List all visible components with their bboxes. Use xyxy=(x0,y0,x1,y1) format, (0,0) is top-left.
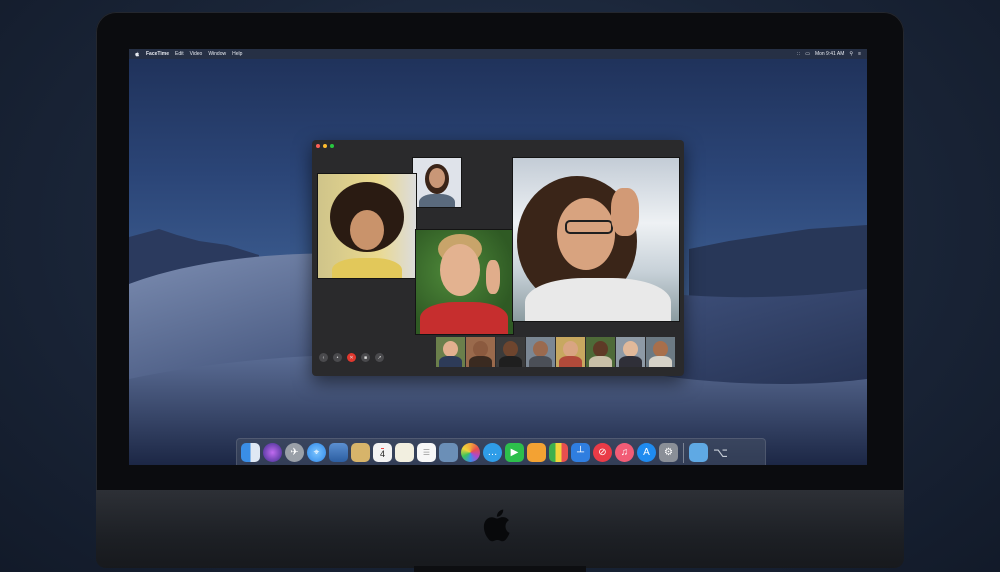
participant-thumbnail[interactable] xyxy=(646,337,675,367)
participant-body xyxy=(525,278,671,321)
participant-face xyxy=(440,244,480,296)
participant-tile-left[interactable] xyxy=(317,173,417,279)
camera-off-button[interactable]: ■ xyxy=(361,353,370,362)
imac-stand xyxy=(414,566,586,572)
preview-icon[interactable] xyxy=(439,443,458,462)
app-store-icon[interactable]: A xyxy=(637,443,656,462)
apple-logo-icon xyxy=(483,509,510,542)
notes-icon[interactable] xyxy=(351,443,370,462)
menu-video[interactable]: Video xyxy=(190,51,203,57)
trash-icon[interactable]: ⌥ xyxy=(711,443,730,462)
menu-bar: FaceTime Edit Video Window Help ∷ ▭ Mon … xyxy=(129,49,867,59)
facetime-icon[interactable]: ▶ xyxy=(505,443,524,462)
participant-thumbnail[interactable] xyxy=(466,337,495,367)
messages-icon[interactable]: … xyxy=(483,443,502,462)
participant-face xyxy=(557,198,615,270)
participant-face xyxy=(350,210,384,250)
finder-icon[interactable] xyxy=(241,443,260,462)
call-controls: ‹ • ✕ ■ ↗ xyxy=(319,353,384,362)
zoom-button[interactable] xyxy=(330,144,334,148)
participant-body xyxy=(420,302,508,334)
stickies-icon[interactable] xyxy=(395,443,414,462)
participant-hand xyxy=(486,260,500,294)
participant-tile-top[interactable] xyxy=(412,157,462,208)
launchpad-icon[interactable]: ✈ xyxy=(285,443,304,462)
system-preferences-icon[interactable]: ⚙ xyxy=(659,443,678,462)
menu-clock[interactable]: Mon 9:41 AM xyxy=(815,51,844,57)
sidebar-toggle-button[interactable]: ‹ xyxy=(319,353,328,362)
downloads-folder-icon[interactable] xyxy=(689,443,708,462)
safari-icon[interactable]: ⌖ xyxy=(307,443,326,462)
participant-strip xyxy=(436,337,675,367)
numbers-icon[interactable] xyxy=(549,443,568,462)
photo-booth-icon[interactable] xyxy=(329,443,348,462)
participant-tile-center[interactable] xyxy=(415,229,514,335)
dock: ✈ ⌖ ▬ 4 ☰ … ▶ ┴ ⊘ ♫ A ⚙ ⌥ xyxy=(236,438,766,465)
reminders-icon[interactable]: ☰ xyxy=(417,443,436,462)
menu-help[interactable]: Help xyxy=(232,51,242,57)
photos-icon[interactable] xyxy=(461,443,480,462)
news-icon[interactable]: ⊘ xyxy=(593,443,612,462)
wifi-icon[interactable]: ∷ xyxy=(797,51,800,57)
siri-icon[interactable] xyxy=(263,443,282,462)
glasses-icon xyxy=(565,220,613,234)
menu-window[interactable]: Window xyxy=(208,51,226,57)
screen: FaceTime Edit Video Window Help ∷ ▭ Mon … xyxy=(129,49,867,465)
menu-edit[interactable]: Edit xyxy=(175,51,184,57)
close-button[interactable] xyxy=(316,144,320,148)
dock-separator xyxy=(683,442,684,463)
window-controls xyxy=(316,144,334,148)
pages-icon[interactable] xyxy=(527,443,546,462)
spotlight-icon[interactable]: ⚲ xyxy=(849,51,853,57)
participant-thumbnail[interactable] xyxy=(586,337,615,367)
mute-button[interactable]: • xyxy=(333,353,342,362)
participant-thumbnail[interactable] xyxy=(526,337,555,367)
notification-center-icon[interactable]: ≡ xyxy=(858,51,861,57)
calendar-day: 4 xyxy=(379,449,385,459)
airplay-icon[interactable]: ▭ xyxy=(805,51,810,57)
participant-hand xyxy=(611,188,639,236)
fullscreen-button[interactable]: ↗ xyxy=(375,353,384,362)
calendar-icon[interactable]: ▬ 4 xyxy=(373,443,392,462)
menu-app-name[interactable]: FaceTime xyxy=(146,51,169,57)
participant-body xyxy=(419,194,455,207)
participant-thumbnail[interactable] xyxy=(556,337,585,367)
apple-menu-icon[interactable] xyxy=(135,51,140,57)
facetime-window[interactable]: ‹ • ✕ ■ ↗ xyxy=(312,140,684,376)
participant-thumbnail[interactable] xyxy=(436,337,465,367)
participant-face xyxy=(429,168,445,188)
minimize-button[interactable] xyxy=(323,144,327,148)
participant-body xyxy=(332,258,402,278)
participant-thumbnail[interactable] xyxy=(496,337,525,367)
participant-thumbnail[interactable] xyxy=(616,337,645,367)
keynote-icon[interactable]: ┴ xyxy=(571,443,590,462)
participant-tile-right[interactable] xyxy=(512,157,680,322)
music-icon[interactable]: ♫ xyxy=(615,443,634,462)
end-call-button[interactable]: ✕ xyxy=(347,353,356,362)
